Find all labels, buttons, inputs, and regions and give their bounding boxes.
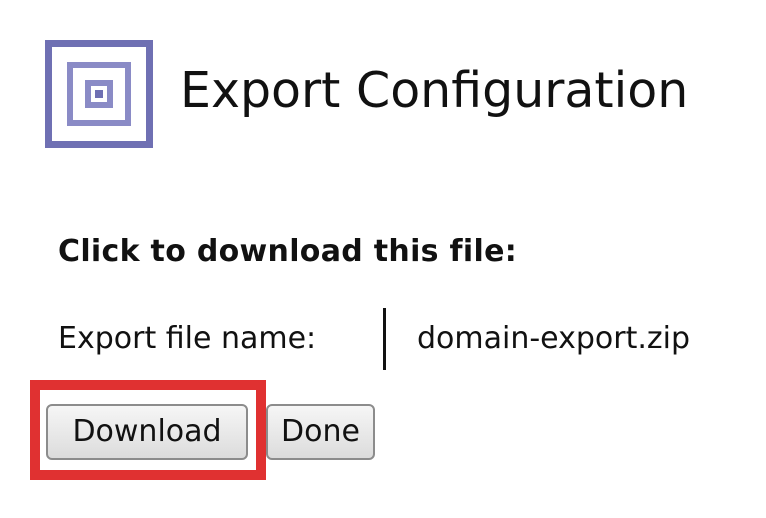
download-instruction: Click to download this file: xyxy=(58,234,518,269)
done-button[interactable]: Done xyxy=(266,404,375,460)
logo-core-square xyxy=(85,80,113,108)
page-title: Export Configuration xyxy=(180,62,689,119)
logo-inner-square xyxy=(67,62,131,126)
nested-square-logo-icon xyxy=(45,40,153,148)
field-divider xyxy=(383,308,386,370)
export-file-name-label: Export file name: xyxy=(58,321,317,356)
download-button[interactable]: Download xyxy=(46,404,248,460)
logo-center-dot xyxy=(95,90,103,98)
export-file-name-value: domain-export.zip xyxy=(417,321,691,356)
